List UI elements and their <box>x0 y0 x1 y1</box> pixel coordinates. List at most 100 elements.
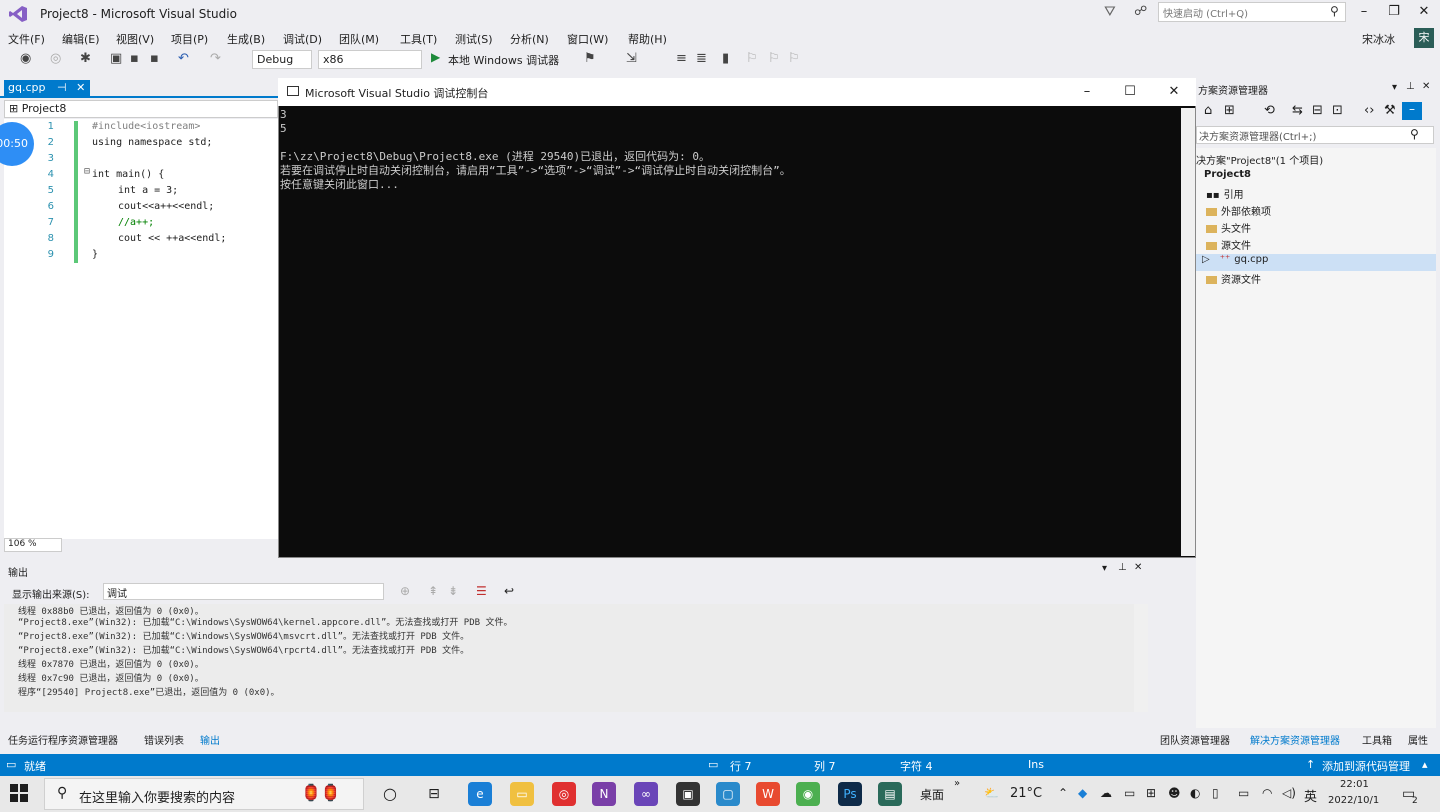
debug-target-icon[interactable]: ⚑ <box>584 51 596 66</box>
menu-debug[interactable]: 调试(D) <box>283 31 322 47</box>
dropdown-icon[interactable]: ▾ <box>1102 563 1107 574</box>
tab-solution-explorer[interactable]: 解决方案资源管理器 <box>1250 732 1340 747</box>
collapse-all-icon[interactable]: ⊟ <box>1312 103 1323 118</box>
chevron-right-icon[interactable]: » <box>954 778 960 789</box>
new-project-icon[interactable]: ✱ <box>80 51 91 66</box>
tree-item-project[interactable]: Project8 <box>1196 169 1436 186</box>
clock-time[interactable]: 22:01 <box>1340 779 1369 790</box>
tab-error-list[interactable]: 错误列表 <box>144 732 184 747</box>
menu-file[interactable]: 文件(F) <box>8 31 45 47</box>
tray-app-icon[interactable]: ▯ <box>1212 786 1219 800</box>
tab-output[interactable]: 输出 <box>200 732 220 747</box>
tab-team-explorer[interactable]: 团队资源管理器 <box>1160 732 1230 747</box>
output-source-select[interactable]: 调试 <box>103 583 384 600</box>
save-icon[interactable]: ▪ <box>130 51 139 66</box>
close-pane-icon[interactable]: ✕ <box>1134 562 1142 573</box>
search-icon[interactable]: ⚲ <box>1330 4 1339 18</box>
sync-icon[interactable]: ⇆ <box>1292 103 1303 118</box>
netease-music-icon[interactable]: ◎ <box>552 782 576 806</box>
clock-date[interactable]: 2022/10/1 <box>1328 795 1379 806</box>
forward-icon[interactable]: ◎ <box>50 51 61 66</box>
tree-item-external-deps[interactable]: 外部依赖项 <box>1196 203 1436 220</box>
tab-gq-cpp[interactable]: gq.cpp ⊣ ✕ <box>4 80 90 96</box>
tab-toolbox[interactable]: 工具箱 <box>1362 732 1392 747</box>
preview-icon[interactable]: – <box>1402 102 1422 120</box>
chrome-icon[interactable]: ◉ <box>796 782 820 806</box>
dropdown-icon[interactable]: ▾ <box>1392 82 1397 93</box>
tab-task-runner[interactable]: 任务运行程序资源管理器 <box>8 732 118 747</box>
redo-icon[interactable]: ↷ <box>210 51 221 66</box>
task-view-icon[interactable]: ⊟ <box>422 782 446 806</box>
menu-project[interactable]: 项目(P) <box>171 31 208 47</box>
clear-bookmarks-icon[interactable]: ⚐ <box>788 51 800 66</box>
app-icon[interactable]: ▢ <box>716 782 740 806</box>
expand-icon[interactable]: ▷ <box>1202 254 1210 265</box>
properties-icon[interactable]: ⚒ <box>1384 103 1396 118</box>
show-all-files-icon[interactable]: ⊡ <box>1332 103 1343 118</box>
wps-icon[interactable]: W <box>756 782 780 806</box>
edge-icon[interactable]: e <box>468 782 492 806</box>
word-wrap-icon[interactable]: ↩ <box>504 584 514 598</box>
tray-app-icon[interactable]: ◐ <box>1190 786 1200 800</box>
qq-icon[interactable]: ☻ <box>1168 786 1181 800</box>
tab-properties[interactable]: 属性 <box>1408 732 1428 747</box>
configuration-select[interactable]: Debug <box>252 50 312 69</box>
close-button[interactable]: ✕ <box>1414 4 1434 19</box>
code-editor[interactable] <box>4 119 278 539</box>
menu-view[interactable]: 视图(V) <box>116 31 154 47</box>
close-pane-icon[interactable]: ✕ <box>1422 81 1430 92</box>
close-tab-icon[interactable]: ✕ <box>76 81 85 94</box>
tray-app-icon[interactable]: ◆ <box>1078 786 1087 800</box>
code-view-icon[interactable]: ‹› <box>1364 103 1374 118</box>
pin-icon[interactable]: ⊣ <box>57 81 67 94</box>
tray-app-icon[interactable]: ⊞ <box>1146 786 1156 800</box>
menu-help[interactable]: 帮助(H) <box>628 31 667 47</box>
pin-icon[interactable]: ⊥ <box>1118 562 1127 573</box>
cortana-icon[interactable]: ○ <box>378 782 402 806</box>
app-icon[interactable]: ▣ <box>676 782 700 806</box>
search-icon[interactable]: ⚲ <box>1410 127 1419 141</box>
file-explorer-icon[interactable]: ▭ <box>510 782 534 806</box>
feedback-icon[interactable]: ☍ <box>1134 4 1147 19</box>
pin-icon[interactable]: ⊥ <box>1406 81 1415 92</box>
back-icon[interactable]: ◉ <box>20 51 31 66</box>
onenote-icon[interactable]: N <box>592 782 616 806</box>
switch-views-icon[interactable]: ⊞ <box>1224 103 1235 118</box>
tree-item-solution[interactable]: 决方案"Project8"(1 个项目) <box>1196 152 1436 169</box>
menu-test[interactable]: 测试(S) <box>455 31 493 47</box>
zoom-select[interactable]: 106 % <box>4 538 62 552</box>
undo-icon[interactable]: ↶ <box>178 51 189 66</box>
save-all-icon[interactable]: ▪ <box>150 51 159 66</box>
console-maximize-button[interactable]: ☐ <box>1119 84 1141 99</box>
menu-window[interactable]: 窗口(W) <box>567 31 608 47</box>
taskbar-search-input[interactable]: ⚲ 在这里输入你要搜索的内容 🏮🏮 <box>44 778 364 810</box>
photoshop-icon[interactable]: Ps <box>838 782 862 806</box>
avatar[interactable]: 宋 <box>1414 28 1434 48</box>
bookmark-icon[interactable]: ▮ <box>722 51 729 66</box>
prev-message-icon[interactable]: ⇞ <box>428 584 438 598</box>
console-minimize-button[interactable]: – <box>1076 84 1098 99</box>
desktop-label[interactable]: 桌面 <box>920 786 944 803</box>
tree-item-references[interactable]: ▪▪ 引用 <box>1196 186 1436 203</box>
collapse-icon[interactable]: ⊟ <box>84 166 90 177</box>
comment-icon[interactable]: ≡ <box>676 51 687 66</box>
menu-build[interactable]: 生成(B) <box>227 31 265 47</box>
console-output[interactable]: 3 5 F:\zz\Project8\Debug\Project8.exe (进… <box>280 108 1180 556</box>
menu-analyze[interactable]: 分析(N) <box>510 31 549 47</box>
battery-icon[interactable]: ▭ <box>1238 786 1249 800</box>
console-close-button[interactable]: ✕ <box>1163 84 1185 99</box>
chevron-up-icon[interactable]: ▴ <box>1422 758 1428 771</box>
start-debugging-button[interactable]: 本地 Windows 调试器 <box>432 52 559 68</box>
history-icon[interactable]: ⟲ <box>1264 103 1275 118</box>
find-icon[interactable]: ⊕ <box>400 584 410 598</box>
next-message-icon[interactable]: ⇟ <box>448 584 458 598</box>
clear-all-icon[interactable]: ☰ <box>476 584 487 598</box>
solution-search-input[interactable]: 决方案资源管理器(Ctrl+;) <box>1196 126 1434 144</box>
home-icon[interactable]: ⌂ <box>1204 103 1212 118</box>
output-text[interactable]: 线程 0x88b0 已退出，返回值为 0 (0x0)。 “Project8.ex… <box>4 604 1134 712</box>
visual-studio-taskbar-icon[interactable]: ∞ <box>634 782 658 806</box>
platform-select[interactable]: x86 <box>318 50 422 69</box>
tree-item-source-files[interactable]: 源文件 <box>1196 237 1436 254</box>
next-bookmark-icon[interactable]: ⚐ <box>768 51 780 66</box>
menu-tools[interactable]: 工具(T) <box>400 31 437 47</box>
